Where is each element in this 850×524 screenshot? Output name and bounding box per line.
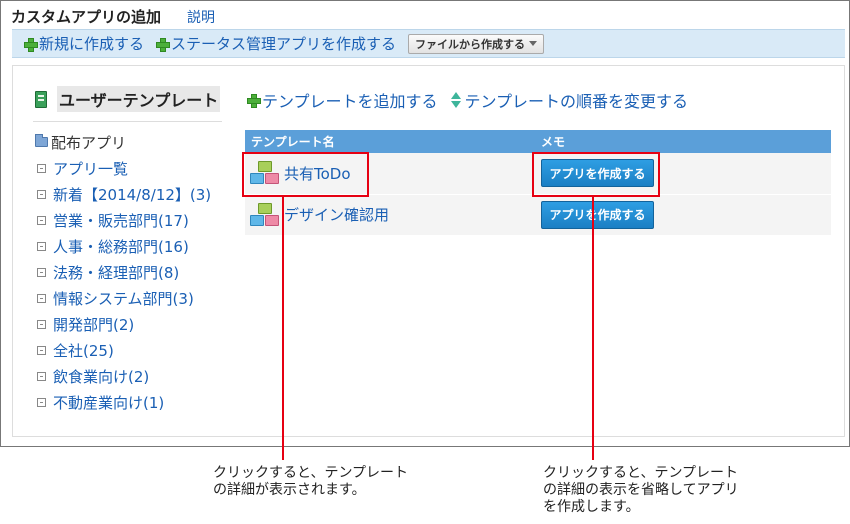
help-link[interactable]: 説明 xyxy=(187,7,215,27)
collapse-box-icon xyxy=(37,189,46,199)
page-title: カスタムアプリの追加 xyxy=(11,8,162,26)
create-from-file-dropdown[interactable]: ファイルから作成する xyxy=(408,33,545,54)
category-label: 飲食業向け(2) xyxy=(53,367,150,386)
sidebar-header: ユーザーテンプレート xyxy=(33,85,222,122)
template-memo-cell: アプリを作成する xyxy=(535,194,831,236)
category-item[interactable]: 人事・総務部門(16) xyxy=(35,233,211,259)
category-item[interactable]: 営業・販売部門(17) xyxy=(35,207,211,233)
category-item[interactable]: 新着【2014/8/12】(3) xyxy=(35,181,211,207)
column-header-name: テンプレート名 xyxy=(245,130,535,153)
category-label: 法務・経理部門(8) xyxy=(53,263,180,282)
category-item[interactable]: 全社(25) xyxy=(35,337,211,363)
collapse-box-icon xyxy=(37,397,46,407)
category-label: 不動産業向け(1) xyxy=(53,393,165,412)
collapse-box-icon xyxy=(37,293,46,303)
status-app-link[interactable]: ステータス管理アプリを作成する xyxy=(156,33,396,54)
collapse-box-icon xyxy=(37,371,46,381)
collapse-box-icon xyxy=(37,215,46,225)
annotation-left: クリックすると、テンプレート の詳細が表示されます。 xyxy=(213,465,409,498)
category-label: アプリ一覧 xyxy=(53,159,129,178)
template-name-link[interactable]: デザイン確認用 xyxy=(284,204,389,225)
category-label: 新着【2014/8/12】(3) xyxy=(53,185,212,204)
new-app-link[interactable]: 新規に作成する xyxy=(24,33,144,54)
category-label: 情報システム部門(3) xyxy=(53,289,194,308)
plus-icon xyxy=(247,94,261,108)
category-item[interactable]: 飲食業向け(2) xyxy=(35,363,211,389)
status-app-label: ステータス管理アプリを作成する xyxy=(171,35,397,53)
callout-line-right xyxy=(592,197,594,460)
sidebar-title: ユーザーテンプレート xyxy=(57,86,221,112)
page-header: カスタムアプリの追加 説明 xyxy=(11,6,215,26)
plus-icon xyxy=(24,37,38,52)
app-blocks-icon xyxy=(250,161,280,185)
category-item[interactable]: 不動産業向け(1) xyxy=(35,389,211,415)
toolbar: 新規に作成する ステータス管理アプリを作成する ファイルから作成する xyxy=(12,29,845,58)
add-template-link[interactable]: テンプレートを追加する xyxy=(247,88,438,112)
create-app-button[interactable]: アプリを作成する xyxy=(541,159,654,188)
create-from-file-label: ファイルから作成する xyxy=(415,37,526,51)
callout-line-left xyxy=(282,197,284,460)
book-icon xyxy=(35,90,47,108)
table-header-row: テンプレート名 メモ xyxy=(245,130,831,153)
category-label: 人事・総務部門(16) xyxy=(53,237,189,256)
template-name-link[interactable]: 共有ToDo xyxy=(284,163,351,184)
content-area: ユーザーテンプレート 配布アプリ アプリ一覧 新着【2014/8/12】(3) … xyxy=(12,65,845,437)
category-item[interactable]: 法務・経理部門(8) xyxy=(35,259,211,285)
add-template-label: テンプレートを追加する xyxy=(262,92,438,111)
category-label: 全社(25) xyxy=(53,341,114,360)
collapse-box-icon xyxy=(37,319,46,329)
column-header-memo: メモ xyxy=(535,130,831,153)
reorder-templates-label: テンプレートの順番を変更する xyxy=(464,92,689,111)
category-label: 開発部門(2) xyxy=(53,315,135,334)
template-actions: テンプレートを追加する テンプレートの順番を変更する xyxy=(247,88,700,112)
category-item[interactable]: 情報システム部門(3) xyxy=(35,285,211,311)
category-tree: 配布アプリ アプリ一覧 新着【2014/8/12】(3) 営業・販売部門(17)… xyxy=(35,129,211,415)
reorder-templates-link[interactable]: テンプレートの順番を変更する xyxy=(450,88,689,112)
create-app-button[interactable]: アプリを作成する xyxy=(541,200,654,229)
table-row: 共有ToDo アプリを作成する xyxy=(245,153,831,195)
annotation-right: クリックすると、テンプレート の詳細の表示を省略してアプリ を作成します。 xyxy=(543,465,739,515)
template-table: テンプレート名 メモ 共有ToDo アプリを作成する デザイン確認用 アプリを作… xyxy=(245,130,831,236)
category-item[interactable]: 開発部門(2) xyxy=(35,311,211,337)
category-root[interactable]: 配布アプリ xyxy=(35,129,211,155)
template-name-cell: 共有ToDo xyxy=(245,153,535,195)
template-memo-cell: アプリを作成する xyxy=(535,153,831,195)
template-name-cell: デザイン確認用 xyxy=(245,194,535,236)
table-row: デザイン確認用 アプリを作成する xyxy=(245,194,831,236)
app-blocks-icon xyxy=(250,202,280,227)
collapse-box-icon xyxy=(37,241,46,251)
plus-icon xyxy=(156,37,171,52)
sort-updown-icon xyxy=(450,92,462,108)
collapse-box-icon xyxy=(37,345,46,355)
app-window: カスタムアプリの追加 説明 新規に作成する ステータス管理アプリを作成する ファ… xyxy=(0,0,850,447)
chevron-down-icon xyxy=(529,41,538,46)
category-root-label: 配布アプリ xyxy=(51,133,127,152)
new-app-label: 新規に作成する xyxy=(39,35,145,53)
folder-icon xyxy=(35,134,48,147)
collapse-box-icon xyxy=(37,163,46,173)
category-item[interactable]: アプリ一覧 xyxy=(35,155,211,181)
category-label: 営業・販売部門(17) xyxy=(53,211,189,230)
collapse-box-icon xyxy=(37,267,46,277)
